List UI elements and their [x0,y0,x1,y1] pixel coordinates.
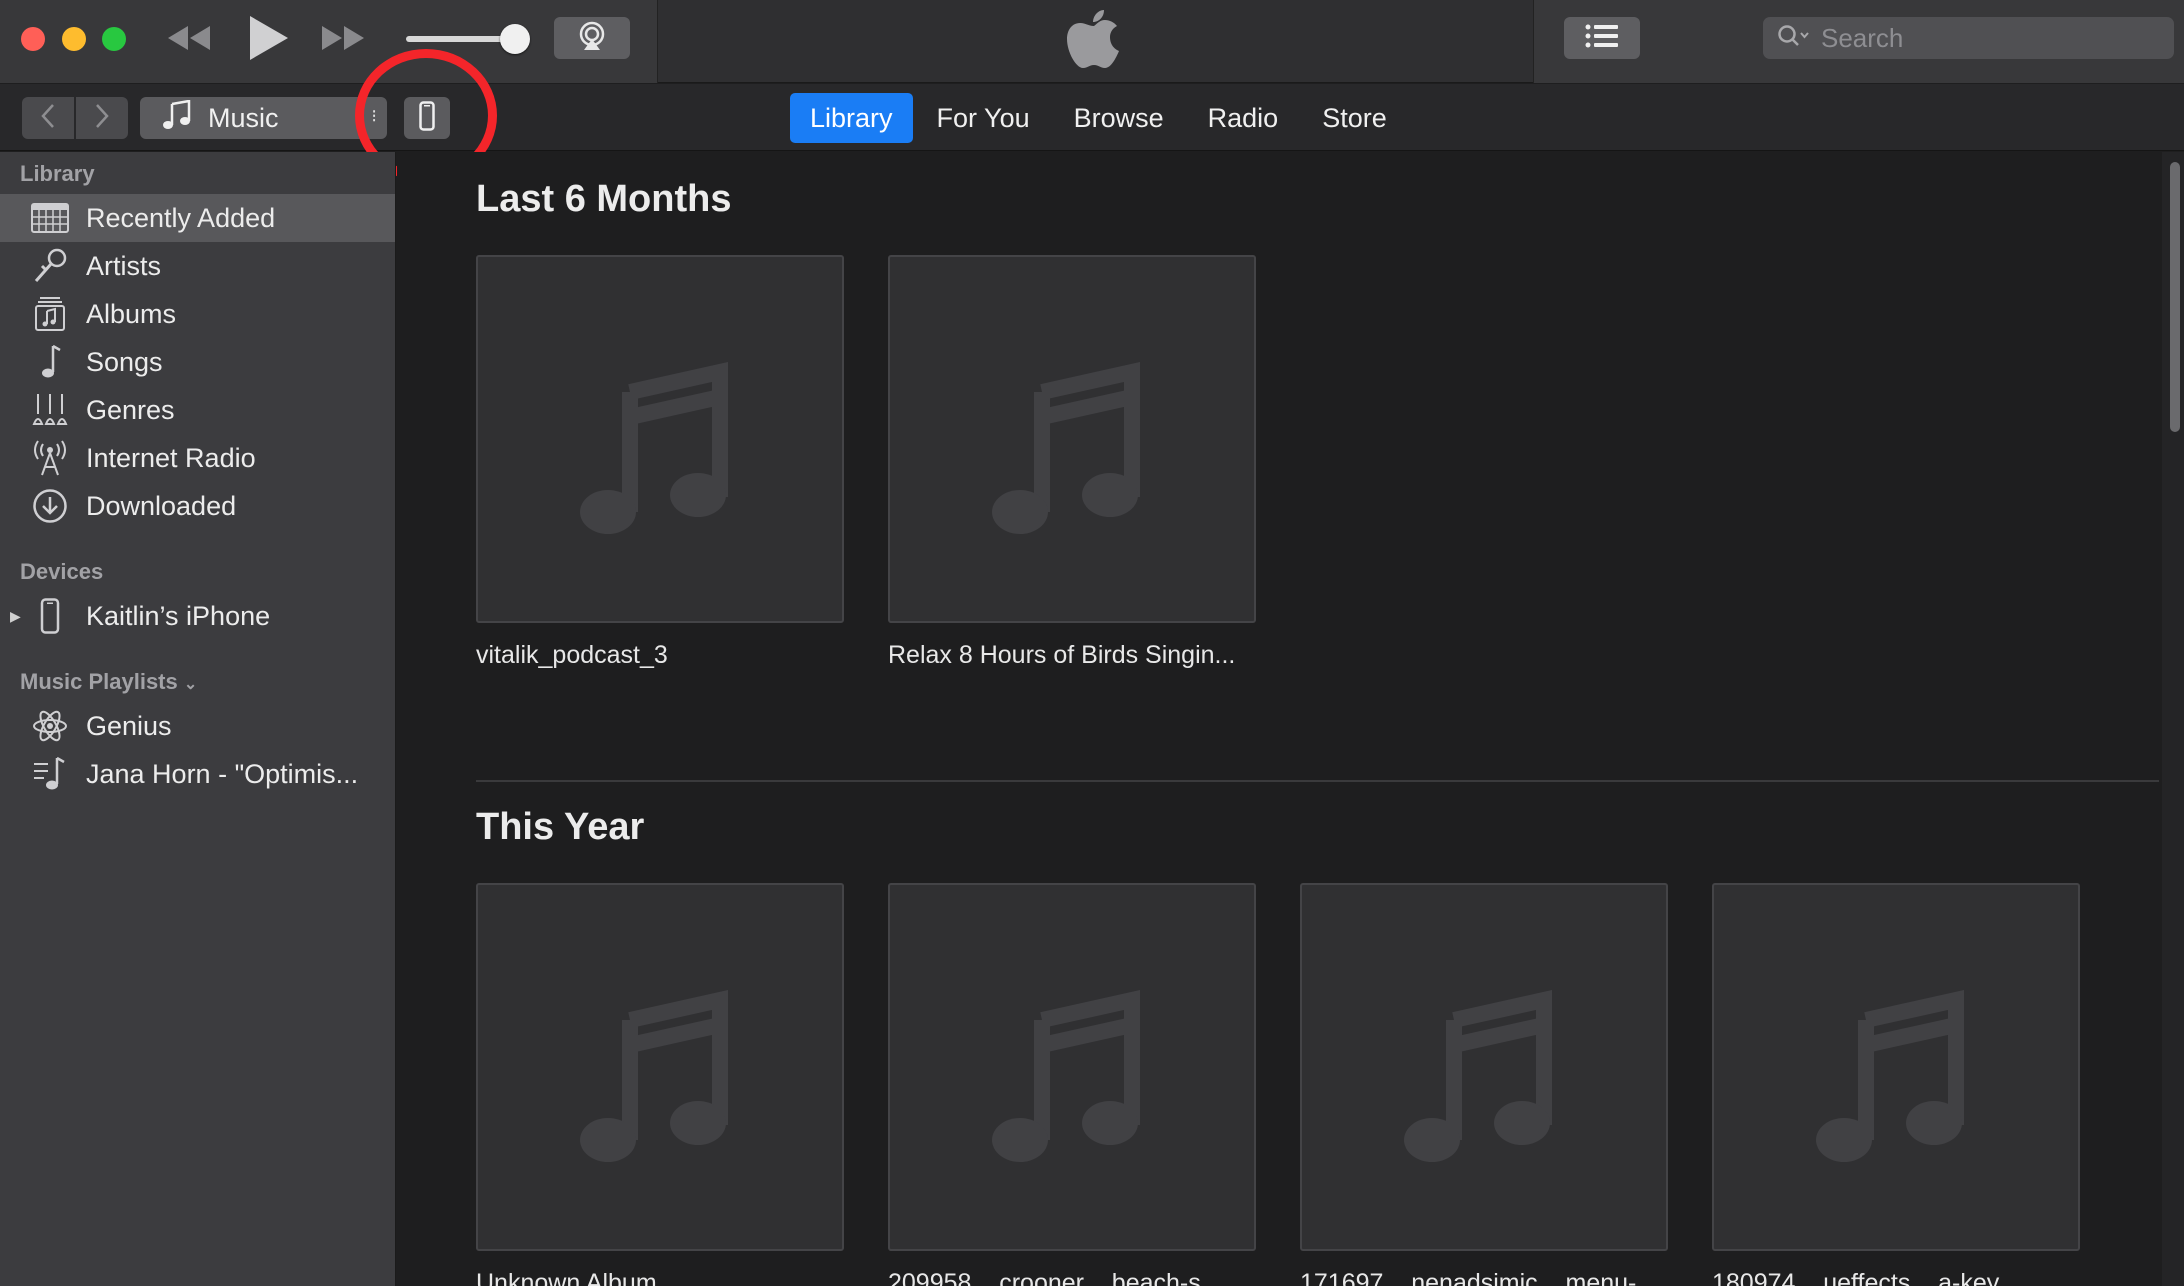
album-icon [30,294,70,334]
media-kind-selector[interactable]: Music ⁝ [140,97,387,139]
iphone-icon [30,596,70,636]
navigation-toolbar: Music ⁝ Library For You Browse Radio Sto… [0,84,2184,151]
chevron-right-icon [94,103,110,134]
sidebar-item-label: Songs [86,346,163,377]
main-content: Last 6 Months vitalik_podcast_3 Relax 8 … [397,152,2184,1286]
volume-slider-knob[interactable] [500,24,530,54]
music-note-icon [30,342,70,382]
album-artwork-placeholder[interactable] [888,883,1256,1251]
sidebar-item-label: Recently Added [86,202,276,233]
up-next-list-button[interactable] [1564,17,1640,59]
sidebar-item-label: Genius [86,710,172,741]
guitar-icon [30,390,70,430]
scrollbar-thumb[interactable] [2170,162,2180,432]
album-tile[interactable]: 171697__nenadsimic__menu-... [1300,883,1670,1286]
list-icon [1585,24,1619,53]
music-note-icon [570,337,750,542]
music-note-icon [162,99,192,137]
album-title[interactable]: 171697__nenadsimic__menu-... [1300,1269,1680,1286]
sidebar-item-internet-radio[interactable]: Internet Radio [0,434,395,482]
sidebar-item-recently-added[interactable]: Recently Added [0,194,395,242]
sidebar-item-artists[interactable]: Artists [0,242,395,290]
chevron-down-icon: ⌄ [183,676,198,693]
disclosure-triangle-icon[interactable]: ▶ [10,608,21,625]
music-note-icon [1394,965,1574,1170]
airplay-button[interactable] [554,17,630,59]
album-tile[interactable]: vitalik_podcast_3 [476,255,846,670]
playlist-icon [30,754,70,794]
search-input[interactable] [1821,22,2161,54]
search-icon [1777,24,1811,53]
sidebar: Library Recently Added Artists Albums So… [0,152,396,1286]
apple-logo-icon [1066,6,1122,75]
fast-forward-icon[interactable] [320,22,366,54]
atom-icon [30,706,70,746]
section-title-last-6-months: Last 6 Months [476,178,732,220]
rewind-icon[interactable] [166,22,212,54]
sidebar-item-label: Downloaded [86,490,237,521]
sidebar-heading-music-playlists[interactable]: Music Playlists ⌄ [20,669,197,695]
airplay-icon [575,21,609,56]
playlists-heading-label: Music Playlists [20,669,178,694]
album-tile[interactable]: 209958__crooner__beach-s... [888,883,1258,1286]
sidebar-item-label: Internet Radio [86,442,256,473]
album-tile[interactable]: Unknown Album [476,883,846,1286]
vertical-scrollbar[interactable] [2162,152,2184,1286]
album-title[interactable]: vitalik_podcast_3 [476,641,856,670]
sidebar-item-label: Jana Horn - "Optimis... [86,758,359,789]
sidebar-item-iphone[interactable]: ▶ Kaitlin’s iPhone [0,592,395,640]
section-title-this-year: This Year [476,806,645,848]
tab-for-you[interactable]: For You [917,93,1050,143]
album-title[interactable]: 209958__crooner__beach-s... [888,1269,1268,1286]
chevron-left-icon [40,103,56,134]
album-title[interactable]: 180974__ueffects__a-key... [1712,1269,2092,1286]
sidebar-item-label: Artists [86,250,162,281]
media-kind-label: Music [208,102,279,133]
antenna-icon [30,438,70,478]
tab-radio[interactable]: Radio [1188,93,1299,143]
play-icon[interactable] [246,14,290,62]
title-bar [0,0,2184,83]
album-artwork-placeholder[interactable] [1300,883,1668,1251]
sidebar-heading-library: Library [20,161,95,186]
sidebar-item-label: Genres [86,394,175,425]
tab-browse[interactable]: Browse [1054,93,1184,143]
zoom-window-button[interactable] [102,27,126,51]
album-tile[interactable]: 180974__ueffects__a-key... [1712,883,2082,1286]
sidebar-item-downloaded[interactable]: Downloaded [0,482,395,530]
minimize-window-button[interactable] [62,27,86,51]
library-tabs: Library For You Browse Radio Store [790,93,1411,143]
forward-button[interactable] [76,97,128,139]
sidebar-item-songs[interactable]: Songs [0,338,395,386]
download-icon [30,486,70,526]
tab-library[interactable]: Library [790,93,913,143]
sidebar-item-albums[interactable]: Albums [0,290,395,338]
music-note-icon [982,965,1162,1170]
sidebar-item-genres[interactable]: Genres [0,386,395,434]
album-title[interactable]: Unknown Album [476,1269,856,1286]
playback-controls-area [0,0,658,83]
album-artwork-placeholder[interactable] [1712,883,2080,1251]
music-note-icon [570,965,750,1170]
album-artwork-placeholder[interactable] [888,255,1256,623]
sidebar-item-label: Kaitlin’s iPhone [86,600,271,631]
album-title[interactable]: Relax 8 Hours of Birds Singin... [888,641,1268,670]
music-note-icon [1806,965,1986,1170]
album-artwork-placeholder[interactable] [476,883,844,1251]
sidebar-item-genius[interactable]: Genius [0,702,395,750]
search-field[interactable] [1763,17,2174,59]
section-divider [476,780,2159,782]
sidebar-heading-devices: Devices [20,559,104,584]
back-button[interactable] [22,97,74,139]
sidebar-item-playlist-jana-horn[interactable]: Jana Horn - "Optimis... [0,750,395,798]
close-window-button[interactable] [21,27,45,51]
calendar-grid-icon [30,198,70,238]
microphone-icon [30,246,70,286]
album-artwork-placeholder[interactable] [476,255,844,623]
tab-store[interactable]: Store [1302,93,1407,143]
album-tile[interactable]: Relax 8 Hours of Birds Singin... [888,255,1258,670]
music-note-icon [982,337,1162,542]
sidebar-item-label: Albums [86,298,177,329]
